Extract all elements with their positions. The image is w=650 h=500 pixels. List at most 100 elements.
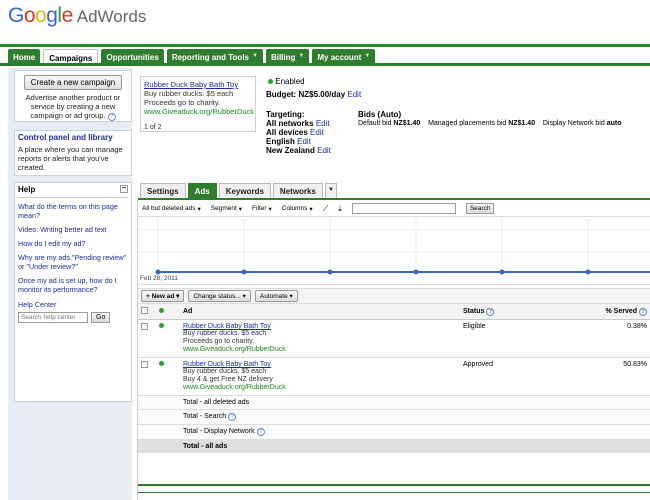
ad-status: Approved (460, 357, 570, 396)
chart-svg: Feb 28, 2011 (138, 218, 650, 282)
total-row: Total - all ads (138, 439, 650, 453)
status-dot-icon (159, 308, 164, 313)
segment-dropdown[interactable]: Segment ▾ (211, 205, 242, 213)
create-campaign-button[interactable]: Create a new campaign (23, 75, 123, 90)
preview-pager: 1 of 2 (144, 124, 162, 131)
help-icon[interactable]: ? (107, 113, 116, 121)
chart-date-label: Feb 28, 2011 (140, 275, 178, 282)
tab-keywords[interactable]: Keywords (218, 183, 271, 198)
change-status-button[interactable]: Change status... ▾ (188, 290, 251, 302)
go-button[interactable]: Go (91, 312, 111, 323)
minimize-icon[interactable]: − (120, 185, 128, 193)
table-row: Rubber Duck Baby Bath Toy Buy rubber duc… (138, 357, 650, 396)
edit-budget-link[interactable]: Edit (347, 90, 361, 99)
content-tabs: Settings Ads Keywords Networks ▼ (140, 183, 337, 199)
row-checkbox[interactable] (141, 323, 148, 330)
ad-served: 50.83% (570, 357, 650, 396)
help-link[interactable]: Once my ad is set up, how do I monitor i… (18, 276, 128, 294)
control-panel-desc: A place where you can manage reports or … (18, 145, 123, 172)
ad-column-header[interactable]: Ad (180, 304, 460, 320)
filter-bar: All but deleted ads ▾ Segment ▾ Filter ▾ Co… (138, 201, 650, 217)
chart-point (155, 269, 161, 275)
help-panel: Help − What do the terms on this page mea… (14, 182, 132, 402)
chevron-down-icon: ▼ (298, 53, 305, 59)
ad-filter-dropdown[interactable]: All but deleted ads ▾ (142, 205, 201, 213)
edit-link[interactable]: Edit (297, 137, 311, 146)
help-link[interactable]: Why are my ads "Pending review" or "Unde… (18, 253, 128, 271)
help-link[interactable]: What do the terms on this page mean? (18, 202, 128, 220)
served-column-header[interactable]: % Served ? (570, 304, 650, 320)
footer-divider (138, 484, 650, 486)
help-search-input[interactable] (18, 312, 88, 323)
help-icon[interactable]: ? (486, 307, 495, 316)
preview-line1: Buy rubber ducks. $5 each (144, 89, 234, 98)
footer-divider (138, 492, 650, 493)
select-all-checkbox[interactable] (141, 307, 148, 314)
ad-url: www.Giveaduck.org/RubberDuck (183, 346, 286, 353)
preview-title-link[interactable]: Rubber Duck Baby Bath Toy (144, 80, 252, 89)
performance-chart: Feb 28, 2011 (138, 218, 650, 285)
create-campaign-box: Create a new campaign Advertise another … (14, 70, 132, 122)
chevron-down-icon: ▾ (268, 205, 272, 213)
row-checkbox[interactable] (141, 361, 148, 368)
edit-link[interactable]: Edit (310, 128, 324, 137)
graph-icon[interactable]: ⟋ (323, 204, 329, 214)
help-icon[interactable]: ? (639, 307, 647, 316)
search-button[interactable]: Search (465, 203, 495, 214)
more-tabs-chevron-icon[interactable]: ▼ (324, 183, 337, 198)
ad-served: 0.38% (570, 319, 650, 358)
ad-line1: Buy rubber ducks. $5 each (183, 368, 267, 375)
ad-status: Eligible (460, 319, 570, 358)
chart-point (499, 269, 505, 275)
sidebar: Create a new campaign Advertise another … (8, 68, 132, 500)
nav-bar (0, 63, 650, 66)
help-link[interactable]: Video: Writing better ad text (18, 225, 128, 234)
chevron-down-icon: ▾ (238, 205, 243, 213)
enabled-dot-icon (159, 323, 164, 328)
enabled-dot-icon (159, 361, 164, 366)
control-panel-link[interactable]: Control panel and library (18, 133, 128, 142)
chevron-down-icon: ▾ (289, 293, 293, 300)
total-label: Total - Search ? (180, 409, 460, 425)
divider (18, 197, 128, 198)
chart-point (413, 269, 419, 275)
tab-settings[interactable]: Settings (140, 183, 186, 198)
table-header: Ad Status ? % Served ? (138, 304, 650, 320)
ad-title-link[interactable]: Rubber Duck Baby Bath Toy (183, 361, 457, 368)
help-title: Help (18, 185, 36, 194)
campaign-budget: Budget: NZ$5.00/day Edit (266, 90, 362, 99)
total-label: Total - all deleted ads (180, 395, 460, 410)
status-column-header[interactable]: Status ? (460, 304, 570, 320)
control-panel-box: Control panel and library A place where … (14, 130, 132, 176)
ad-preview: Rubber Duck Baby Bath Toy Buy rubber duc… (140, 76, 256, 132)
tab-ads[interactable]: Ads (187, 183, 217, 198)
ad-url: www.Giveaduck.org/RubberDuck (183, 384, 286, 391)
preview-line2: Proceeds go to charity. (144, 98, 221, 107)
search-input[interactable] (351, 203, 456, 214)
help-icon[interactable]: ? (228, 413, 237, 421)
tab-networks[interactable]: Networks (272, 183, 323, 198)
ad-line2: Proceeds go to charity. (183, 338, 255, 345)
filter-dropdown[interactable]: Filter ▾ (252, 205, 272, 213)
table-row: Rubber Duck Baby Bath Toy Buy rubber duc… (138, 319, 650, 358)
enabled-dot-icon (268, 79, 273, 84)
new-ad-button[interactable]: + New ad ▾ (141, 290, 185, 302)
bids: Bids (Auto) Default bid NZ$1.40 Managed … (358, 110, 622, 127)
download-icon[interactable]: ⤓ (338, 204, 342, 214)
edit-link[interactable]: Edit (316, 119, 330, 128)
help-link[interactable]: How do I edit my ad? (18, 239, 128, 248)
ad-title-link[interactable]: Rubber Duck Baby Bath Toy (183, 323, 457, 330)
help-center-link[interactable]: Help Center (18, 300, 128, 309)
targeting: Targeting: All networks Edit All devices… (266, 110, 331, 155)
columns-dropdown[interactable]: Columns ▾ (282, 205, 313, 213)
help-icon[interactable]: ? (256, 428, 265, 436)
automate-button[interactable]: Automate ▾ (254, 290, 298, 302)
ads-toolbar: + New ad ▾ Change status... ▾ Automate ▾ (138, 288, 650, 304)
preview-url: www.Giveaduck.org/RubberDuck (144, 107, 255, 116)
chevron-down-icon: ▾ (309, 205, 313, 213)
edit-link[interactable]: Edit (317, 146, 331, 155)
tab-underline (138, 198, 650, 200)
chart-point (585, 269, 591, 275)
total-row: Total - all deleted ads (138, 395, 650, 410)
ad-line1: Buy rubber ducks. $5 each (183, 330, 267, 337)
